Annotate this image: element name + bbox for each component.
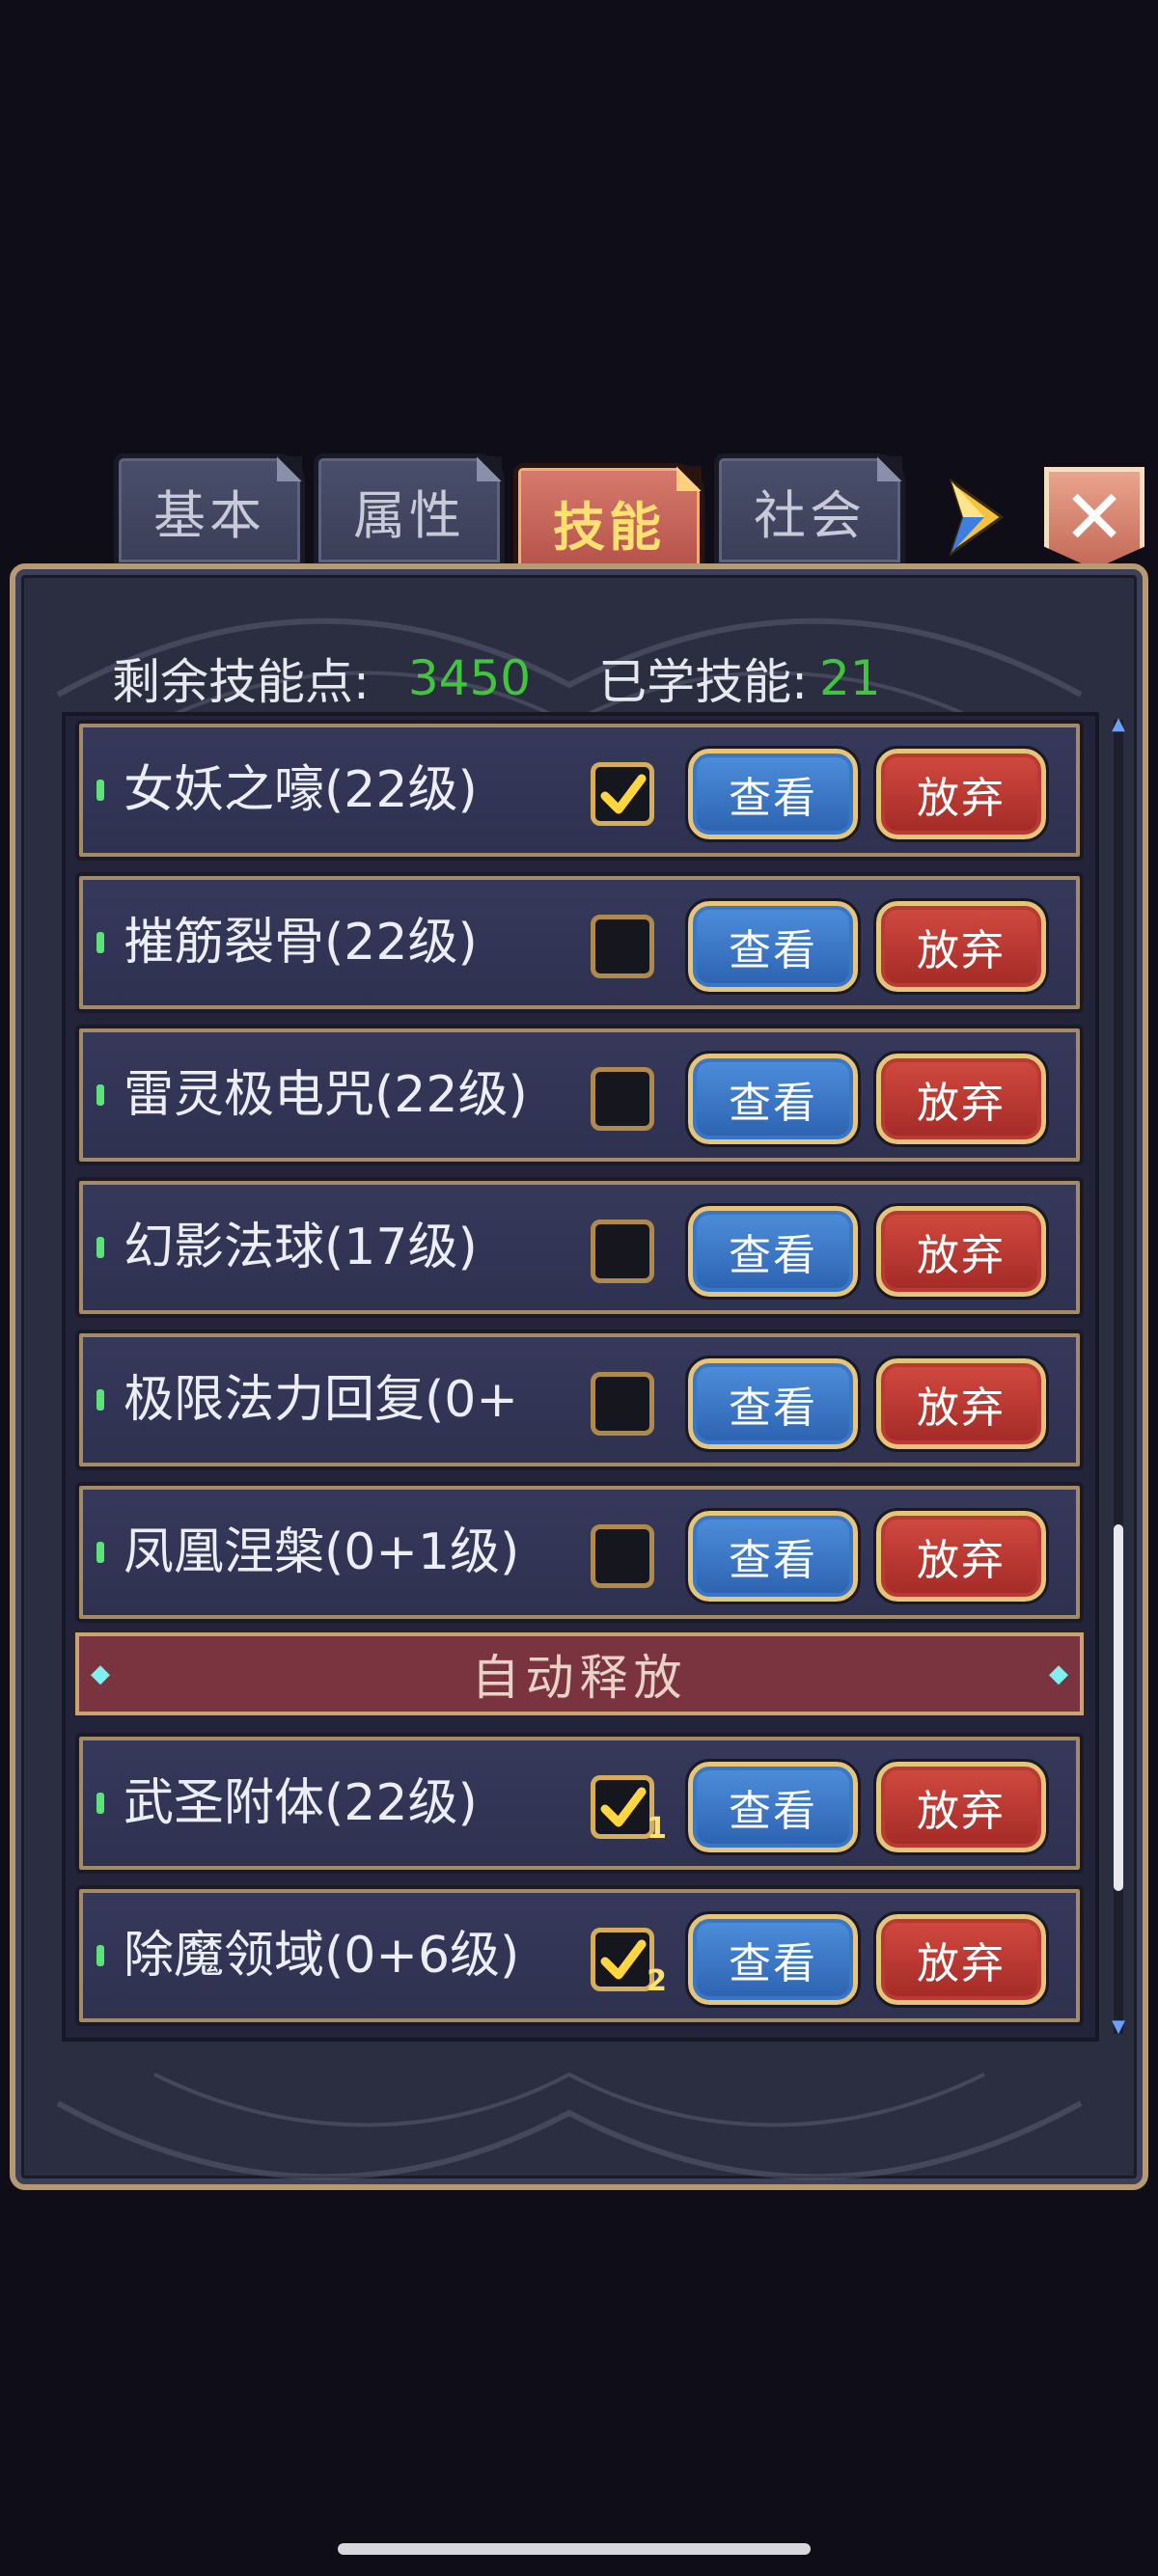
tab-basic-label: 基本 xyxy=(153,484,265,546)
row-marker xyxy=(96,1237,104,1258)
tab-attributes[interactable]: 属性 xyxy=(314,453,505,567)
close-button[interactable]: ✕ xyxy=(1044,467,1144,569)
learned-skills-label: 已学技能: xyxy=(598,654,808,710)
skill-checkbox[interactable] xyxy=(591,915,654,978)
home-indicator[interactable] xyxy=(338,2543,811,2555)
skill-checkbox[interactable] xyxy=(591,762,654,826)
drop-button[interactable]: 放弃 xyxy=(873,1203,1049,1300)
skill-checkbox[interactable]: 1 xyxy=(591,1775,667,1846)
checkmark-icon xyxy=(600,1939,647,1980)
drop-button[interactable]: 放弃 xyxy=(873,1911,1049,2008)
tab-corner xyxy=(277,456,302,481)
skill-name: 凤凰涅槃(0+1级) xyxy=(124,1523,520,1581)
gem-icon: ◆ xyxy=(91,1659,116,1688)
row-marker xyxy=(96,780,104,801)
section-title: 自动释放 xyxy=(471,1650,688,1706)
drop-button[interactable]: 放弃 xyxy=(873,1508,1049,1604)
view-button[interactable]: 查看 xyxy=(685,898,861,995)
skill-name: 除魔领域(0+6级) xyxy=(124,1927,520,1985)
skill-name: 武圣附体(22级) xyxy=(124,1774,478,1832)
drop-button[interactable]: 放弃 xyxy=(873,898,1049,995)
row-marker xyxy=(96,1793,104,1814)
tab-social[interactable]: 社会 xyxy=(714,453,905,567)
drop-button[interactable]: 放弃 xyxy=(873,1051,1049,1147)
row-marker xyxy=(96,1389,104,1411)
view-button[interactable]: 查看 xyxy=(685,1911,861,2008)
skill-row: 雷灵极电咒(22级) 查看 放弃 xyxy=(75,1025,1084,1165)
view-button[interactable]: 查看 xyxy=(685,1051,861,1147)
game-screen: 基本 属性 技能 社会 ✕ 剩余技能点: 3450 已学技能: 21 女妖之嚎(… xyxy=(0,0,1158,2576)
remaining-points-value: 3450 xyxy=(407,650,532,706)
play-arrow-icon[interactable] xyxy=(946,478,1006,557)
scroll-down-icon[interactable]: ▼ xyxy=(1110,2018,1127,2036)
slot-number: 2 xyxy=(647,1964,667,1998)
skill-row: 凤凰涅槃(0+1级) 查看 放弃 xyxy=(75,1482,1084,1623)
tab-skills-label: 技能 xyxy=(553,496,665,558)
skill-name: 摧筋裂骨(22级) xyxy=(124,914,478,972)
skill-row: 女妖之嚎(22级) 查看 放弃 xyxy=(75,720,1084,861)
skill-row: 幻影法球(17级) 查看 放弃 xyxy=(75,1177,1084,1318)
skill-checkbox[interactable]: 2 xyxy=(591,1928,667,1998)
skill-name: 女妖之嚎(22级) xyxy=(124,761,478,819)
learned-skills-value: 21 xyxy=(818,650,881,706)
auto-cast-section-header: ◆ 自动释放 ◆ xyxy=(75,1632,1084,1715)
tab-social-label: 社会 xyxy=(754,484,866,546)
skill-checkbox[interactable] xyxy=(591,1219,654,1283)
view-button[interactable]: 查看 xyxy=(685,1508,861,1604)
skill-row: 极限法力回复(0+ 查看 放弃 xyxy=(75,1329,1084,1470)
row-marker xyxy=(96,1945,104,1966)
drop-button[interactable]: 放弃 xyxy=(873,1356,1049,1452)
tab-attributes-label: 属性 xyxy=(353,484,465,546)
row-marker xyxy=(96,1084,104,1106)
view-button[interactable]: 查看 xyxy=(685,1203,861,1300)
remaining-points-label: 剩余技能点: xyxy=(112,654,370,710)
auto-skill-row: 武圣附体(22级) 1 查看 放弃 xyxy=(75,1733,1084,1874)
row-marker xyxy=(96,932,104,953)
close-icon: ✕ xyxy=(1062,475,1126,562)
row-marker xyxy=(96,1542,104,1563)
ornament-bottom xyxy=(56,2071,1083,2180)
slot-number: 1 xyxy=(647,1812,667,1846)
skill-checkbox[interactable] xyxy=(591,1524,654,1588)
scroll-up-icon[interactable]: ▲ xyxy=(1110,716,1127,733)
tab-corner xyxy=(477,456,502,481)
drop-button[interactable]: 放弃 xyxy=(873,1759,1049,1855)
scrollbar-thumb[interactable] xyxy=(1114,1524,1123,1891)
checkmark-icon xyxy=(600,774,647,814)
skill-row: 摧筋裂骨(22级) 查看 放弃 xyxy=(75,872,1084,1013)
tab-corner xyxy=(676,466,702,491)
skill-name: 雷灵极电咒(22级) xyxy=(124,1066,528,1124)
skill-name: 幻影法球(17级) xyxy=(124,1219,478,1276)
view-button[interactable]: 查看 xyxy=(685,746,861,842)
auto-skill-row: 除魔领域(0+6级) 2 查看 放弃 xyxy=(75,1885,1084,2026)
view-button[interactable]: 查看 xyxy=(685,1356,861,1452)
tab-corner xyxy=(877,456,902,481)
gem-icon: ◆ xyxy=(1049,1659,1074,1688)
view-button[interactable]: 查看 xyxy=(685,1759,861,1855)
drop-button[interactable]: 放弃 xyxy=(873,746,1049,842)
skill-name: 极限法力回复(0+ xyxy=(124,1371,518,1429)
checkmark-icon xyxy=(600,1787,647,1827)
skill-checkbox[interactable] xyxy=(591,1067,654,1131)
skill-checkbox[interactable] xyxy=(591,1372,654,1436)
tab-basic[interactable]: 基本 xyxy=(114,453,305,567)
skill-stats: 剩余技能点: 3450 已学技能: 21 xyxy=(112,644,881,712)
